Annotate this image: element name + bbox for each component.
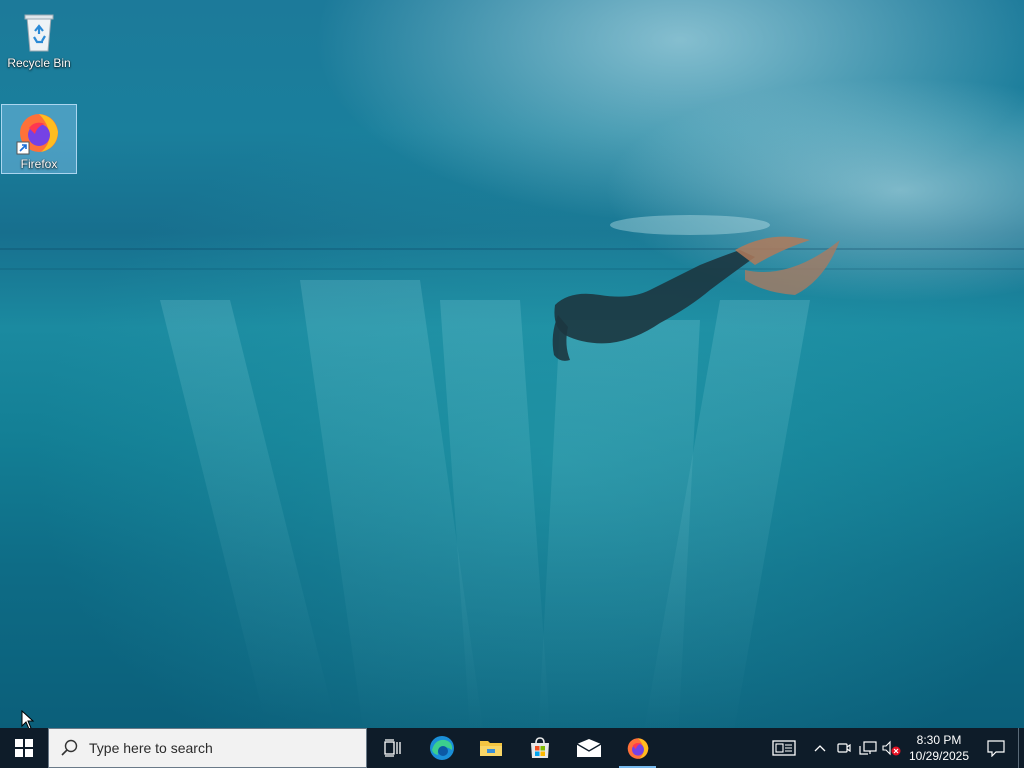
- light-ray: [160, 300, 335, 720]
- show-hidden-icons-button[interactable]: [808, 728, 832, 768]
- system-tray: 8:30 PM 10/29/2025: [760, 728, 1024, 768]
- taskbar-app-task-view[interactable]: [368, 728, 417, 768]
- desktop-icon-label: Firefox: [20, 157, 58, 171]
- swimmer-silhouette: [552, 215, 840, 361]
- taskbar-app-file-explorer[interactable]: [466, 728, 515, 768]
- desktop-icon-label: Recycle Bin: [7, 56, 71, 70]
- search-placeholder: Type here to search: [89, 740, 213, 756]
- water-surface-line: [0, 248, 1024, 250]
- taskbar: Type here to search 8:30 PM 10/29/2025: [0, 728, 1024, 768]
- search-icon: [61, 739, 78, 756]
- news-and-interests-button[interactable]: [760, 728, 808, 768]
- taskbar-app-firefox[interactable]: [613, 728, 662, 768]
- meet-now-button[interactable]: [832, 728, 856, 768]
- store-icon: [530, 737, 549, 758]
- mouse-cursor-icon: [21, 710, 35, 728]
- taskbar-clock[interactable]: 8:30 PM 10/29/2025: [904, 728, 974, 768]
- clock-date: 10/29/2025: [908, 749, 970, 763]
- start-button[interactable]: [0, 728, 48, 768]
- taskbar-search-box[interactable]: Type here to search: [48, 728, 367, 768]
- file-explorer-icon: [479, 741, 502, 756]
- mail-icon: [576, 739, 601, 757]
- water-surface-line: [0, 268, 1024, 270]
- taskbar-app-mail[interactable]: [564, 728, 613, 768]
- show-desktop-button[interactable]: [1018, 728, 1024, 768]
- firefox-icon: [16, 114, 58, 155]
- taskbar-app-edge[interactable]: [417, 728, 466, 768]
- taskbar-app-store[interactable]: [515, 728, 564, 768]
- network-button[interactable]: [856, 728, 880, 768]
- volume-button[interactable]: [880, 728, 904, 768]
- edge-icon: [429, 736, 454, 760]
- desktop-icon-recycle-bin[interactable]: Recycle Bin: [1, 4, 77, 74]
- news-icon: [772, 740, 796, 756]
- meet-now-icon: [837, 743, 851, 753]
- desktop-icon-firefox[interactable]: Firefox: [1, 104, 77, 174]
- action-center-button[interactable]: [974, 728, 1018, 768]
- clock-time: 8:30 PM: [916, 733, 962, 747]
- windows-logo-icon: [15, 739, 33, 757]
- network-icon: [859, 741, 877, 755]
- notification-icon: [987, 740, 1005, 757]
- firefox-icon: [627, 738, 648, 759]
- task-view-icon: [383, 739, 401, 757]
- desktop-wallpaper: Recycle Bin Firefox: [0, 0, 1024, 728]
- volume-muted-icon: [882, 740, 901, 756]
- chevron-up-icon: [814, 745, 826, 752]
- recycle-bin-icon: [24, 14, 54, 52]
